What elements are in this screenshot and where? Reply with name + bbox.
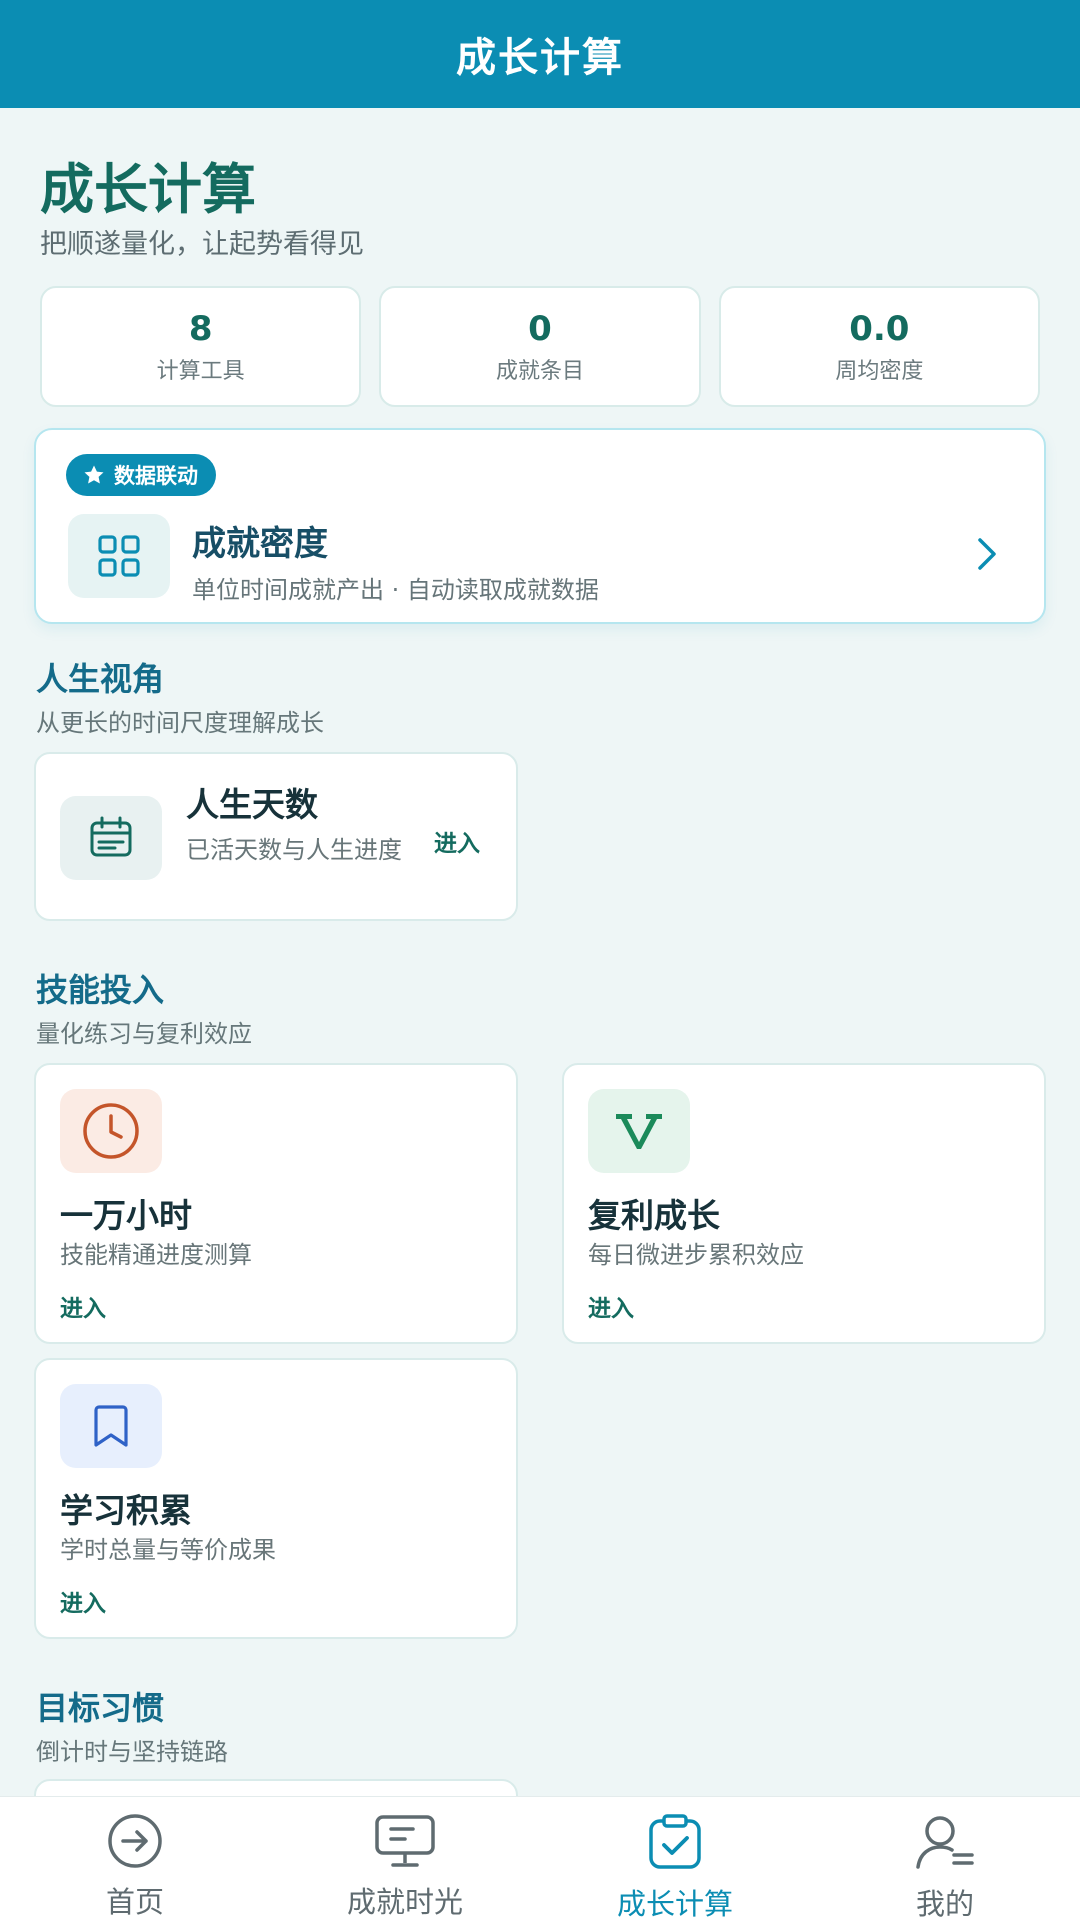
nav-label: 成就时光 [346, 1885, 463, 1919]
chevron-right-icon [978, 538, 996, 570]
nav-label: 成长计算 [616, 1887, 733, 1920]
section-title-skills: 技能投入 [36, 971, 165, 1009]
enter-link[interactable]: 进入 [60, 1584, 106, 1618]
stat-label: 计算工具 [156, 358, 245, 384]
stat-card-weekly-density: 0.0 周均密度 [718, 286, 1040, 407]
stat-value: 0 [528, 308, 552, 349]
nav-item-achievement-time[interactable]: 成就时光 [270, 1797, 540, 1920]
nav-item-home[interactable]: 首页 [0, 1797, 270, 1920]
tool-card-life-days[interactable]: 人生天数 已活天数与人生进度 进入 [34, 752, 518, 921]
stat-label: 周均密度 [835, 358, 924, 384]
enter-link[interactable]: 进入 [588, 1289, 634, 1323]
grid-icon [68, 514, 170, 598]
stat-value: 8 [188, 308, 213, 349]
monitor-icon [373, 1813, 437, 1869]
user-icon [913, 1813, 977, 1871]
bottom-navigation: 首页 成就时光 成长计算 我的 [0, 1796, 1080, 1920]
arrow-circle-icon [103, 1813, 167, 1869]
section-title-goals: 目标习惯 [36, 1689, 165, 1727]
featured-tool-card[interactable]: 数据联动 成就密度 单位时间成就产出 · 自动读取成就数据 [34, 428, 1046, 624]
featured-description: 单位时间成就产出 · 自动读取成就数据 [192, 576, 599, 604]
card-description: 已活天数与人生进度 [186, 836, 402, 864]
tool-card-ten-thousand-hours[interactable]: 一万小时 技能精通进度测算 进入 [34, 1063, 518, 1344]
enter-link[interactable]: 进入 [60, 1289, 106, 1323]
stat-card-achievements: 0 成就条目 [379, 286, 701, 407]
top-app-bar: 成长计算 [0, 0, 1080, 108]
stat-value: 0.0 [849, 308, 910, 349]
v-letter-icon [588, 1089, 690, 1173]
stat-card-tools: 8 计算工具 [40, 286, 362, 407]
card-title: 复利成长 [588, 1196, 720, 1235]
page-title: 成长计算 [40, 158, 256, 221]
card-description: 每日微进步累积效应 [588, 1241, 804, 1269]
nav-label: 我的 [915, 1887, 974, 1920]
clipboard-check-icon [643, 1813, 707, 1871]
app-bar-title: 成长计算 [456, 35, 624, 81]
stat-label: 成就条目 [495, 358, 584, 384]
nav-item-growth-calc[interactable]: 成长计算 [540, 1797, 810, 1920]
section-subtitle-life: 从更长的时间尺度理解成长 [36, 709, 324, 737]
section-subtitle-skills: 量化练习与复利效应 [36, 1020, 252, 1048]
clock-icon [60, 1089, 162, 1173]
tool-card-learning-accumulation[interactable]: 学习积累 学时总量与等价成果 进入 [34, 1358, 518, 1639]
section-subtitle-goals: 倒计时与坚持链路 [36, 1738, 228, 1766]
page-subtitle: 把顺遂量化，让起势看得见 [40, 229, 364, 260]
star-icon [84, 465, 104, 484]
featured-title: 成就密度 [192, 524, 328, 564]
card-title: 人生天数 [186, 785, 318, 824]
card-title: 学习积累 [60, 1491, 192, 1530]
card-description: 学时总量与等价成果 [60, 1536, 276, 1564]
enter-link[interactable]: 进入 [434, 824, 480, 858]
bookmark-icon [60, 1384, 162, 1468]
section-title-life: 人生视角 [36, 660, 165, 698]
badge-label: 数据联动 [114, 464, 198, 488]
stats-row: 8 计算工具 0 成就条目 0.0 周均密度 [40, 286, 1040, 407]
nav-item-me[interactable]: 我的 [810, 1797, 1080, 1920]
nav-label: 首页 [105, 1885, 164, 1919]
tool-card-compound-growth[interactable]: 复利成长 每日微进步累积效应 进入 [562, 1063, 1046, 1344]
calendar-icon [60, 796, 162, 880]
card-title: 一万小时 [60, 1196, 192, 1235]
card-description: 技能精通进度测算 [60, 1241, 252, 1269]
data-link-badge: 数据联动 [66, 454, 216, 496]
